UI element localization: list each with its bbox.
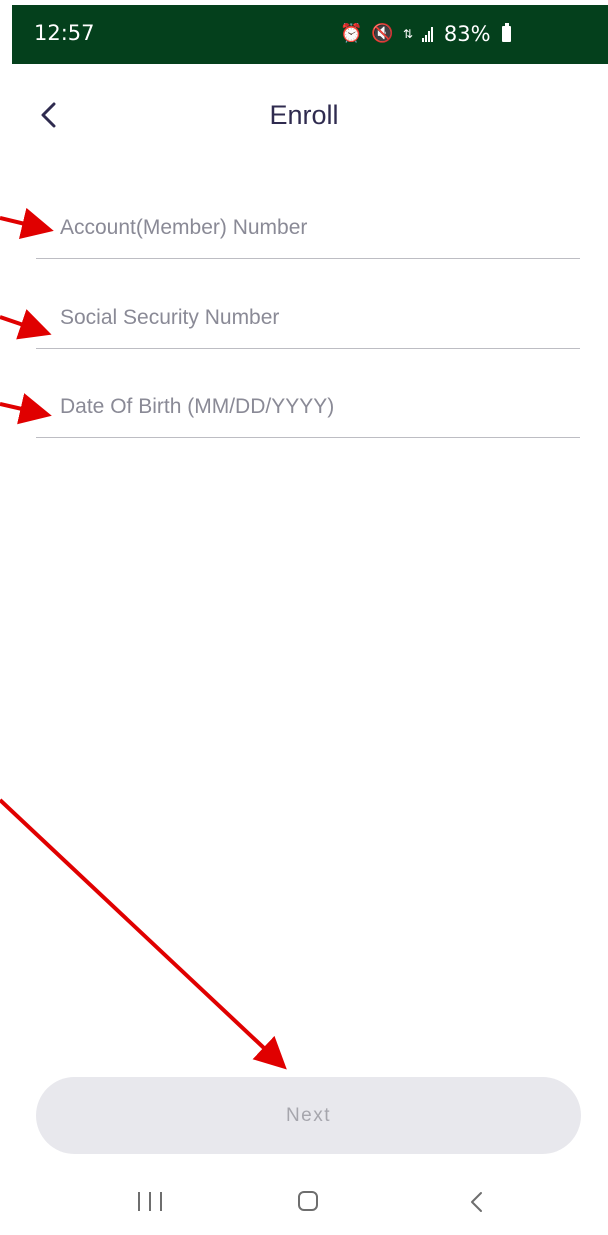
annotation-arrows	[0, 207, 287, 1070]
mute-icon: 🔇	[371, 23, 394, 44]
header: Enroll	[0, 64, 608, 164]
data-transfer-icon: ⇅	[402, 27, 413, 41]
account-number-field	[36, 199, 580, 259]
next-button[interactable]: Next	[36, 1077, 581, 1154]
nav-bar	[0, 1170, 608, 1235]
page-title: Enroll	[269, 100, 339, 130]
dob-input[interactable]	[36, 378, 580, 436]
back-icon[interactable]	[466, 1188, 488, 1216]
status-bar: 12:57 ⏰ 🔇 ⇅ 83%	[12, 5, 608, 64]
signal-icon	[421, 26, 433, 42]
annotation-arrow-next	[0, 798, 287, 1070]
dob-field	[36, 378, 580, 438]
recent-apps-icon[interactable]	[138, 1192, 162, 1212]
ssn-input[interactable]	[36, 289, 580, 347]
status-icons: ⏰ 🔇 ⇅ 83%	[340, 22, 511, 46]
battery-percent: 83%	[443, 22, 491, 46]
alarm-icon: ⏰	[340, 23, 363, 44]
ssn-field	[36, 289, 580, 349]
home-icon[interactable]	[298, 1191, 318, 1211]
status-time: 12:57	[34, 21, 95, 45]
battery-icon	[501, 23, 511, 42]
account-number-input[interactable]	[36, 199, 580, 257]
